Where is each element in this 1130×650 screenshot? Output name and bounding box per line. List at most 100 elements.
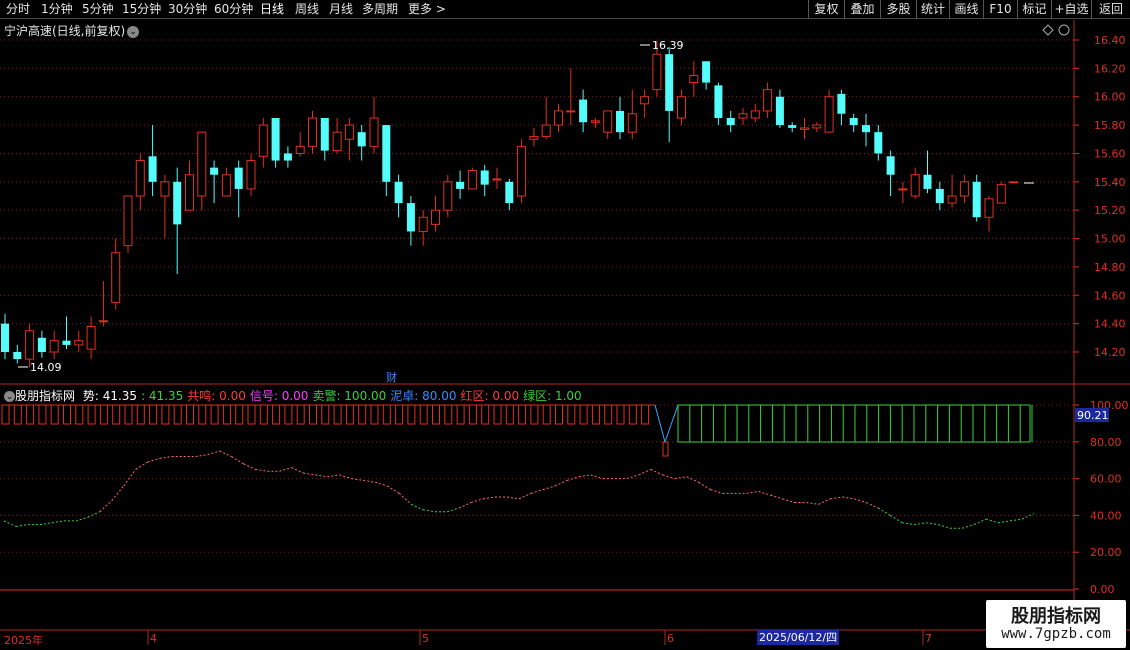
red-zone-bar — [13, 405, 22, 425]
green-zone-frame — [677, 404, 1031, 443]
indicator-line-segment — [398, 492, 412, 505]
candle-body — [357, 132, 366, 147]
indicator-line-segment — [698, 481, 711, 491]
red-zone-bar — [444, 405, 453, 425]
price-tick-label: 15.60 — [1094, 147, 1126, 160]
candle-body — [849, 118, 858, 126]
indicator-line-segment — [303, 472, 316, 476]
red-zone-bar — [296, 405, 305, 425]
red-zone-bar — [382, 405, 391, 425]
candle-body — [271, 118, 280, 161]
candle-body — [590, 120, 600, 123]
candle-body — [702, 61, 711, 83]
red-zone-bar — [87, 405, 96, 425]
indicator-line-segment — [291, 467, 304, 474]
red-zone-bar — [198, 405, 207, 425]
candle-body — [517, 145, 527, 197]
candle-body — [406, 203, 415, 232]
indicator-line-segment — [938, 524, 951, 529]
date-may: 5 — [422, 632, 429, 645]
high-price-label: 16.39 — [652, 39, 684, 52]
candle-body — [160, 181, 170, 197]
indicator-line-segment — [1021, 513, 1035, 520]
red-zone-bar — [481, 405, 490, 425]
date-apr: 4 — [150, 632, 157, 645]
price-tick-label: 15.40 — [1094, 176, 1126, 189]
indicator-line-segment — [3, 520, 17, 527]
red-zone-bar — [407, 405, 416, 425]
indicator-current-value: 90.21 — [1077, 409, 1109, 422]
candle-body — [246, 160, 256, 190]
indicator-line-segment — [231, 456, 244, 465]
date-jul: 7 — [925, 632, 932, 645]
candle-body — [775, 96, 784, 126]
red-zone-bar — [50, 405, 59, 425]
red-zone-bar — [542, 405, 551, 425]
indicator-line-segment — [842, 496, 855, 500]
candle-body — [467, 169, 477, 190]
indicator-line-segment — [554, 479, 568, 487]
indicator-line-segment — [219, 450, 232, 457]
price-tick-label: 15.80 — [1094, 119, 1126, 132]
indicator-item-5: 泥卓: 80.00 — [390, 389, 457, 403]
indicator-line-segment — [111, 485, 125, 501]
indicator-line-segment — [686, 476, 699, 483]
red-zone-bar — [161, 405, 170, 425]
indicator-line-segment — [650, 468, 663, 476]
indicator-line-segment — [470, 498, 484, 503]
indicator-line-segment — [770, 494, 783, 500]
indicator-line-segment — [279, 467, 292, 472]
candle-body — [135, 160, 145, 197]
indicator-line-segment — [351, 478, 364, 481]
candle-body — [800, 127, 809, 130]
price-tick-label: 15.00 — [1094, 233, 1126, 246]
indicator-line-segment — [758, 491, 771, 496]
indicator-line-segment — [902, 522, 915, 526]
red-zone-bar — [345, 405, 354, 425]
indicator-line-segment — [135, 461, 148, 470]
candle-body — [910, 174, 920, 197]
candle-body — [935, 188, 944, 204]
indicator-item-6: 红区: 0.00 — [460, 389, 520, 403]
stock-title[interactable]: 宁沪高速(日线,前复权) ⌄ — [4, 22, 140, 39]
red-zone-bar — [616, 405, 625, 425]
red-zone-bar — [222, 405, 231, 425]
chevron-down-icon[interactable]: ⌄ — [127, 25, 140, 38]
chevron-down-icon[interactable]: ⌄ — [4, 391, 15, 402]
candle-body — [824, 96, 834, 133]
zone-transition — [654, 404, 679, 444]
red-zone-bar — [112, 405, 121, 425]
date-year: 2025年 — [4, 634, 43, 647]
indicator-line-segment — [506, 496, 520, 500]
red-zone-bar — [75, 405, 84, 425]
diamond-icon — [1042, 24, 1054, 36]
candle-body — [862, 125, 870, 133]
indicator-name[interactable]: 股朋指标网 — [15, 389, 75, 403]
candle-body — [25, 330, 35, 360]
red-zone-bar — [186, 405, 194, 425]
candle-body — [947, 195, 957, 204]
red-zone-bar — [505, 405, 514, 425]
red-zone-bar — [259, 405, 268, 425]
red-zone-bar — [419, 405, 428, 425]
indicator-line-segment — [375, 481, 388, 487]
indicator-line-segment — [39, 522, 52, 526]
kline-chart[interactable]: 16.40 16.20 16.00 15.80 15.60 15.40 15.20 15.00… — [0, 0, 1130, 650]
candle-body — [689, 74, 699, 84]
candle-body — [394, 181, 403, 204]
indicator-item-3: 信号: 0.00 — [249, 389, 309, 403]
finance-marker: 财 — [386, 370, 397, 384]
indicator-line-segment — [518, 492, 532, 500]
candle-body — [505, 181, 514, 204]
indicator-line-segment — [866, 502, 879, 509]
red-zone-bar — [591, 405, 600, 425]
candle-body — [492, 178, 502, 181]
candle-body — [763, 89, 773, 112]
candle-body — [37, 337, 46, 352]
candle-body — [566, 110, 576, 113]
red-zone-bar — [604, 405, 613, 425]
indicator-line-segment — [590, 474, 603, 480]
red-zone-bar — [63, 405, 71, 425]
red-zone-bar — [309, 405, 317, 425]
candle-body — [111, 252, 121, 303]
